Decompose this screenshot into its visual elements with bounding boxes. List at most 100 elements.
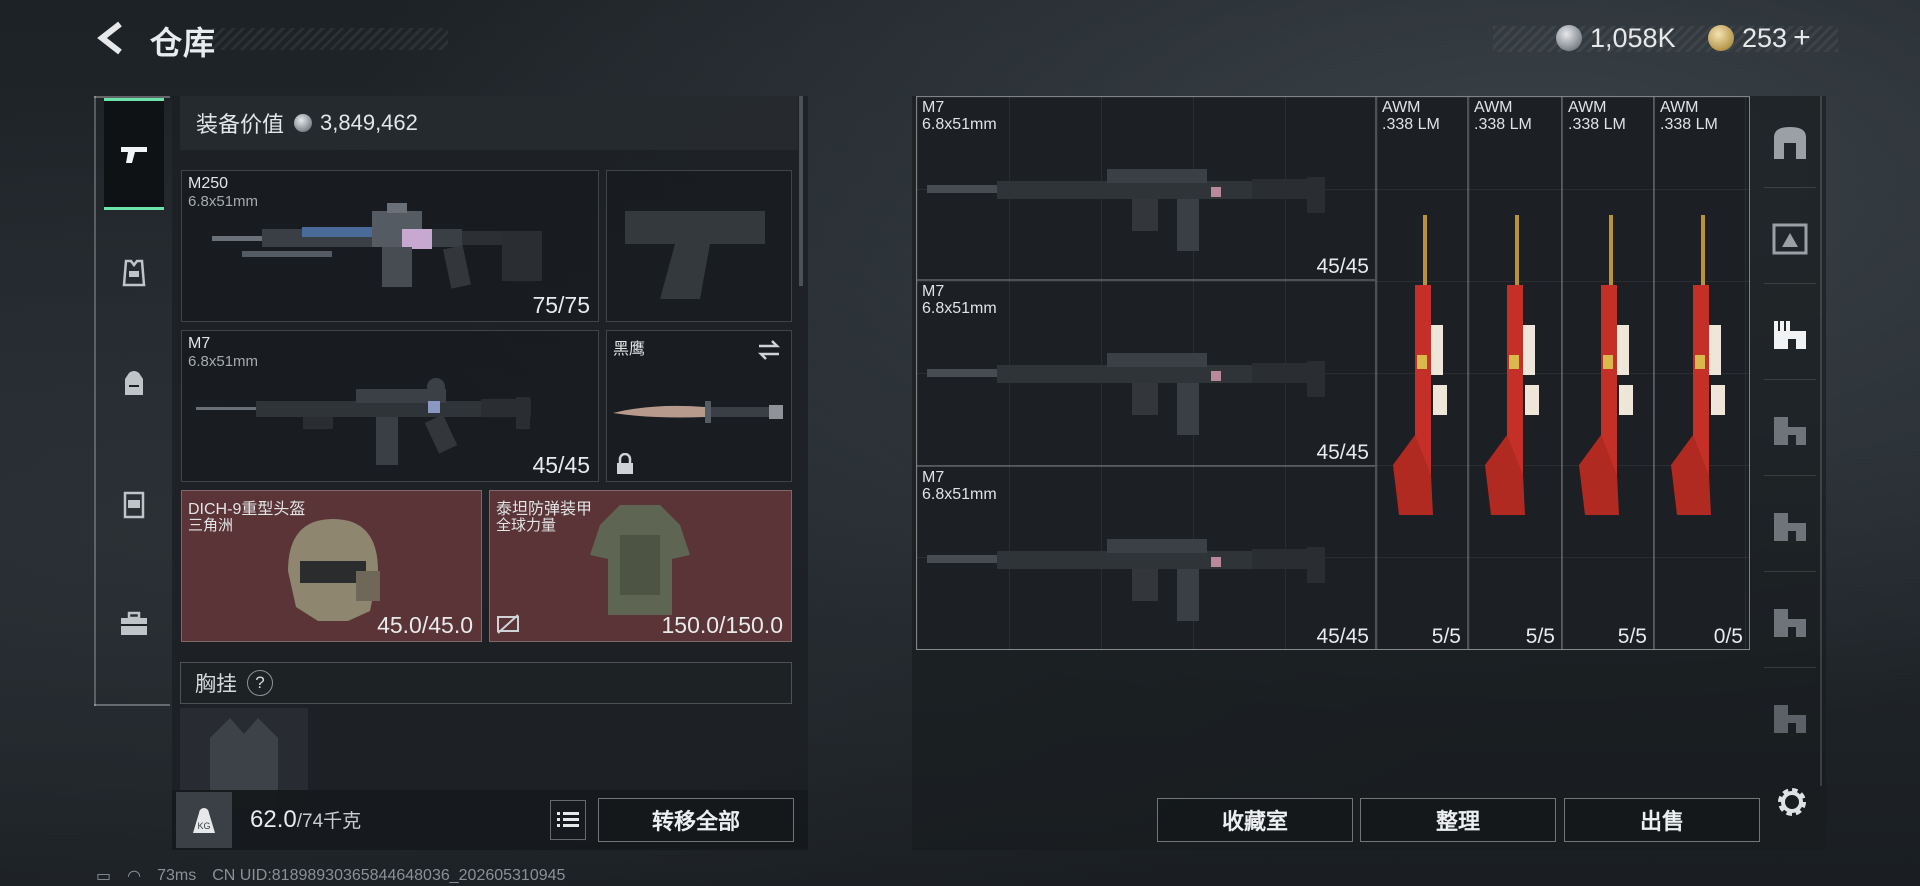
- left-category-nav: [94, 96, 170, 706]
- storage-rifle-item[interactable]: M7 6.8x51mm 45/45: [916, 280, 1376, 466]
- pistol-icon: [121, 147, 147, 163]
- list-view-button[interactable]: [550, 800, 586, 840]
- item-name: M7: [922, 283, 945, 300]
- item-name-caliber: AWM .338 LM: [1382, 99, 1440, 133]
- tab-toolbox[interactable]: [104, 568, 164, 680]
- m7-rifle-icon: [927, 539, 1325, 621]
- item-name-caliber: AWM .338 LM: [1568, 99, 1626, 133]
- m7-rifle-icon: [196, 378, 531, 465]
- item-name-caliber: AWM .338 LM: [1660, 99, 1718, 133]
- page-title: 仓库: [150, 25, 217, 61]
- title-decoration: [212, 28, 448, 50]
- list-icon: [557, 812, 579, 827]
- body-armor-slot[interactable]: 泰坦防弹装甲 全球力量 150.0/150.0: [489, 490, 792, 642]
- item-caliber: .338 LM: [1474, 116, 1532, 133]
- pistol-placeholder-icon: [625, 211, 765, 299]
- item-name-caliber: M7 6.8x51mm: [922, 99, 997, 133]
- tab-storage-4[interactable]: [1764, 482, 1816, 572]
- awm-sniper-icon: [1579, 215, 1633, 515]
- storage-page-icon: [1774, 608, 1806, 637]
- settings-gear-icon[interactable]: [1774, 784, 1810, 820]
- help-icon[interactable]: ?: [247, 670, 273, 696]
- back-arrow-icon[interactable]: [94, 20, 130, 56]
- collection-room-button[interactable]: 收藏室: [1157, 798, 1353, 842]
- item-name: AWM: [1382, 99, 1421, 116]
- durability: 45.0/45.0: [377, 612, 473, 638]
- battery-icon: ▭: [96, 868, 112, 885]
- storage-rifle-item[interactable]: M7 6.8x51mm 45/45: [916, 466, 1376, 650]
- m7-rifle-icon: [927, 353, 1325, 435]
- pistol-slot[interactable]: [606, 170, 792, 322]
- storage-page-icon: [1774, 705, 1806, 733]
- melee-slot[interactable]: 黑鹰: [606, 330, 792, 482]
- tab-safe-box[interactable]: [1764, 98, 1816, 188]
- weight-button[interactable]: KG: [176, 792, 232, 848]
- item-count: 45/45: [1316, 625, 1369, 648]
- item-count: 5/5: [1431, 625, 1461, 648]
- storage-sniper-item[interactable]: AWM .338 LM 5/5: [1562, 96, 1654, 650]
- tab-storage-2-active[interactable]: [1764, 290, 1816, 380]
- storage-sniper-item[interactable]: AWM .338 LM 5/5: [1376, 96, 1468, 650]
- secondary-weapon-slot[interactable]: M7 6.8x51mm 45/45: [181, 330, 599, 482]
- storage-sniper-item[interactable]: AWM .338 LM 0/5: [1654, 96, 1750, 650]
- storage-page-icon: [1774, 416, 1806, 445]
- item-count: 5/5: [1617, 625, 1647, 648]
- silver-amount: 1,058K: [1590, 22, 1676, 53]
- vest-icon: [122, 259, 146, 287]
- helmet-slot[interactable]: DICH-9重型头盔 三角洲 45.0/45.0: [181, 490, 482, 642]
- m250-machine-gun-icon: [212, 203, 542, 289]
- sell-button[interactable]: 出售: [1564, 798, 1760, 842]
- tab-armor[interactable]: [104, 218, 164, 330]
- no-repair-icon: [497, 614, 519, 634]
- item-caliber: .338 LM: [1382, 116, 1440, 133]
- item-name: AWM: [1474, 99, 1513, 116]
- tab-storage-5[interactable]: [1764, 578, 1816, 668]
- knife-icon: [613, 401, 783, 423]
- item-caliber: 6.8x51mm: [922, 116, 997, 133]
- equipment-value: 3,849,462: [320, 110, 418, 135]
- primary-weapon-slot[interactable]: M250 6.8x51mm 75/75: [181, 170, 599, 322]
- ping: 73ms: [157, 867, 197, 884]
- chest-rig-label: 胸挂: [195, 673, 237, 696]
- tab-backpack[interactable]: [104, 328, 164, 440]
- storage-page-nav: [1758, 96, 1822, 786]
- weight-capacity: /74千克: [296, 811, 362, 832]
- item-name: M7: [922, 99, 945, 116]
- item-count: 0/5: [1713, 625, 1743, 648]
- chest-rig-header: 胸挂 ?: [180, 662, 792, 704]
- transfer-all-button[interactable]: 转移全部: [598, 798, 794, 842]
- tab-storage-6[interactable]: [1764, 674, 1816, 764]
- awm-sniper-icon: [1671, 215, 1725, 515]
- melee-name: 黑鹰: [613, 341, 646, 358]
- storage-page-icon: [1772, 223, 1808, 254]
- tab-storage-3[interactable]: [1764, 386, 1816, 476]
- tab-weapons[interactable]: [104, 98, 164, 210]
- item-count: 45/45: [1316, 255, 1369, 278]
- equipment-value-header: 装备价值 3,849,462: [180, 96, 798, 150]
- add-gold-icon[interactable]: +: [1793, 21, 1811, 55]
- storage-sniper-item[interactable]: AWM .338 LM 5/5: [1468, 96, 1562, 650]
- vault-icon: [1774, 126, 1806, 159]
- swap-icon[interactable]: [755, 337, 783, 363]
- item-name-caliber: M7 6.8x51mm: [922, 283, 997, 317]
- helmet-brand: 三角洲: [188, 517, 234, 534]
- storage-rifle-item[interactable]: M7 6.8x51mm 45/45: [916, 96, 1376, 280]
- awm-sniper-icon: [1393, 215, 1447, 515]
- gold-currency[interactable]: 253 +: [1708, 20, 1811, 56]
- ammo-count: 45/45: [532, 452, 590, 478]
- item-caliber: .338 LM: [1568, 116, 1626, 133]
- item-name-caliber: AWM .338 LM: [1474, 99, 1532, 133]
- awm-sniper-icon: [1485, 215, 1539, 515]
- item-count: 5/5: [1525, 625, 1555, 648]
- weight-current: 62.0: [250, 806, 297, 833]
- status-bar: ▭ ◠ 73ms CN UID:81898930365844648036_202…: [96, 866, 581, 886]
- helmet-icon: [288, 519, 380, 621]
- weight-readout: 62.0/74千克: [250, 806, 361, 834]
- tab-chest-rig[interactable]: [104, 448, 164, 560]
- storage-page-active-icon: [1774, 320, 1806, 349]
- panel-scrollbar[interactable]: [799, 96, 803, 286]
- sort-button[interactable]: 整理: [1360, 798, 1556, 842]
- tab-storage-1[interactable]: [1764, 194, 1816, 284]
- ammo-count: 75/75: [532, 292, 590, 318]
- storage-page-icon: [1774, 512, 1806, 541]
